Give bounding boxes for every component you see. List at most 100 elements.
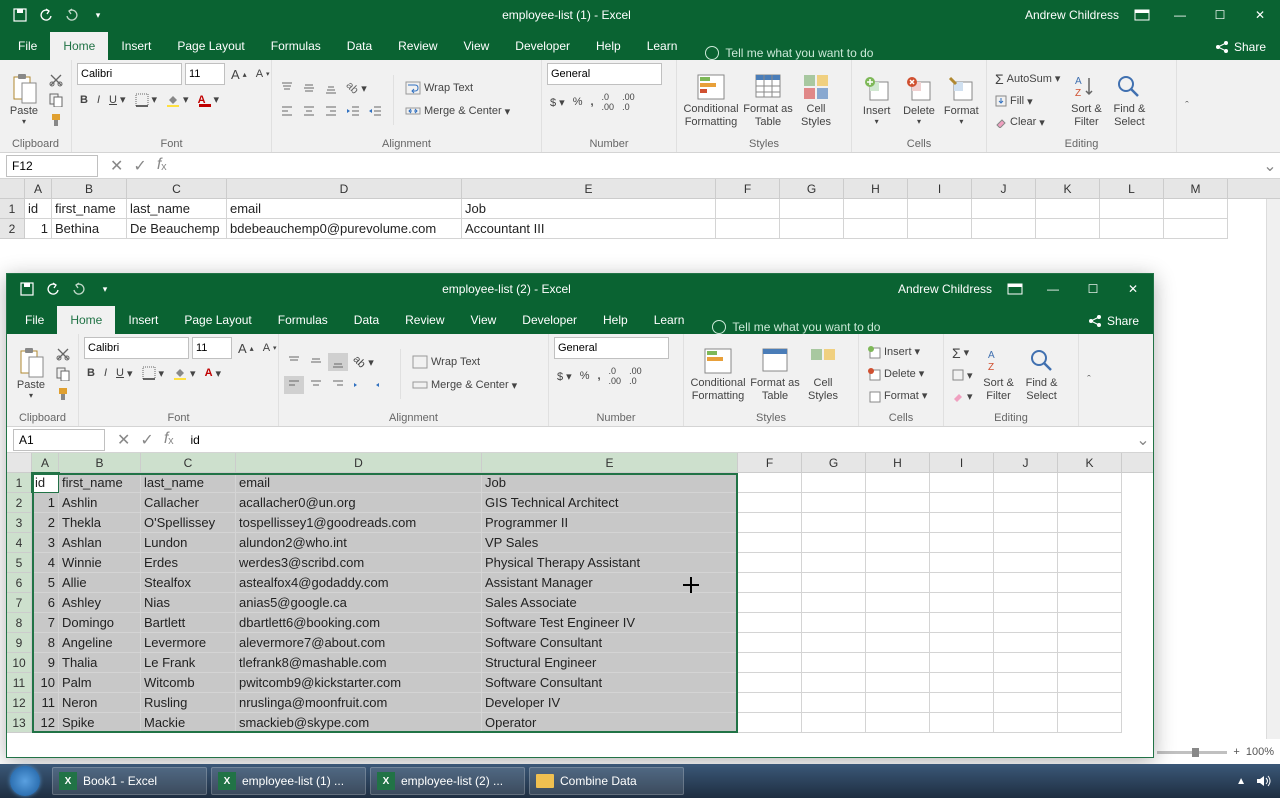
cell[interactable] [1058,493,1122,513]
row-header[interactable]: 1 [0,199,25,219]
zoom-slider[interactable] [1157,751,1227,754]
cancel-formula-icon[interactable]: ✕ [117,430,130,450]
percent-button[interactable]: % [577,364,593,388]
cell[interactable]: email [236,473,482,493]
font-name-select[interactable] [84,337,189,359]
cell[interactable]: bdebeauchemp0@purevolume.com [227,219,462,239]
cell[interactable] [930,553,994,573]
cell[interactable] [866,613,930,633]
cell[interactable] [738,673,802,693]
cell[interactable]: Angeline [59,633,141,653]
undo-button[interactable] [41,277,65,301]
cell[interactable]: Ashley [59,593,141,613]
cell[interactable]: werdes3@scribd.com [236,553,482,573]
decrease-indent-button[interactable] [343,102,363,120]
redo-button[interactable] [60,3,84,27]
cell[interactable] [844,219,908,239]
column-header[interactable]: B [59,453,141,472]
cell[interactable]: Software Consultant [482,633,738,653]
cell[interactable] [994,653,1058,673]
sort-filter-button[interactable]: AZSort & Filter [1066,71,1106,127]
cell[interactable]: Software Test Engineer IV [482,613,738,633]
cell[interactable] [930,473,994,493]
format-cells-button[interactable]: Format ▾ [864,387,930,405]
cell[interactable] [716,219,780,239]
cell[interactable]: De Beauchemp [127,219,227,239]
cell[interactable] [930,533,994,553]
tab-insert[interactable]: Insert [108,32,164,60]
cell[interactable] [1100,219,1164,239]
tab-page-layout[interactable]: Page Layout [171,306,264,334]
cell[interactable]: 10 [32,673,59,693]
cell[interactable] [866,473,930,493]
cell[interactable]: Le Frank [141,653,236,673]
cell[interactable] [780,219,844,239]
fill-color-button[interactable]: ▾ [170,364,199,382]
cut-button[interactable] [46,71,66,89]
conditional-formatting-button[interactable]: Conditional Formatting [689,345,747,401]
align-bottom-button[interactable] [328,353,348,371]
collapse-ribbon-button[interactable]: ˆ [1079,334,1099,426]
cell[interactable]: 11 [32,693,59,713]
cell[interactable] [802,633,866,653]
font-color-button[interactable]: A ▾ [202,365,224,382]
merge-center-button[interactable]: Merge & Center ▾ [402,102,513,120]
cell[interactable]: acallacher0@un.org [236,493,482,513]
cell[interactable] [802,513,866,533]
cell[interactable] [780,199,844,219]
cell[interactable]: Job [482,473,738,493]
save-button[interactable] [8,3,32,27]
increase-indent-button[interactable] [365,102,385,120]
column-header[interactable]: G [780,179,844,198]
cell[interactable] [994,473,1058,493]
merge-center-button[interactable]: Merge & Center ▾ [409,376,520,394]
cell[interactable] [802,473,866,493]
font-size-select[interactable] [185,63,225,85]
format-as-table-button[interactable]: Format as Table [743,71,793,127]
cell[interactable] [972,199,1036,219]
cell[interactable] [738,633,802,653]
column-header[interactable]: A [32,453,59,472]
tab-learn[interactable]: Learn [634,32,691,60]
paste-button[interactable]: Paste▾ [12,347,50,400]
cell[interactable] [738,533,802,553]
cell[interactable] [1036,199,1100,219]
cell[interactable] [908,199,972,219]
minimize-button[interactable]: — [1033,274,1073,304]
qat-customize[interactable]: ▾ [86,3,110,27]
tell-me-search[interactable]: Tell me what you want to do [690,46,1201,60]
clear-button[interactable]: Clear ▾ [992,114,1063,131]
cell[interactable]: O'Spellissey [141,513,236,533]
column-header[interactable]: G [802,453,866,472]
row-header[interactable]: 1 [7,473,32,493]
start-button[interactable] [0,764,50,798]
cell[interactable] [994,713,1058,733]
cell[interactable]: 1 [25,219,52,239]
maximize-button[interactable]: ☐ [1200,0,1240,30]
cell[interactable] [1058,573,1122,593]
align-left-button[interactable] [284,376,304,394]
cell[interactable] [738,493,802,513]
cell[interactable]: Domingo [59,613,141,633]
minimize-button[interactable]: — [1160,0,1200,30]
cell[interactable]: Bartlett [141,613,236,633]
tab-help[interactable]: Help [583,32,634,60]
cell[interactable] [994,613,1058,633]
select-all-button[interactable] [0,179,25,198]
increase-decimal-button[interactable]: .0.00 [606,364,625,388]
cell[interactable]: Nias [141,593,236,613]
cell[interactable] [866,513,930,533]
cell[interactable]: alundon2@who.int [236,533,482,553]
tab-formulas[interactable]: Formulas [258,32,334,60]
cell[interactable] [866,633,930,653]
cell[interactable] [1058,633,1122,653]
border-button[interactable]: ▾ [139,364,168,382]
cell[interactable] [908,219,972,239]
cell[interactable] [802,613,866,633]
cell[interactable]: Job [462,199,716,219]
cell[interactable]: pwitcomb9@kickstarter.com [236,673,482,693]
expand-formula-bar-button[interactable]: ⌄ [1133,430,1153,450]
cell[interactable] [738,653,802,673]
cell[interactable]: Callacher [141,493,236,513]
taskbar-item[interactable]: Combine Data [529,767,684,795]
